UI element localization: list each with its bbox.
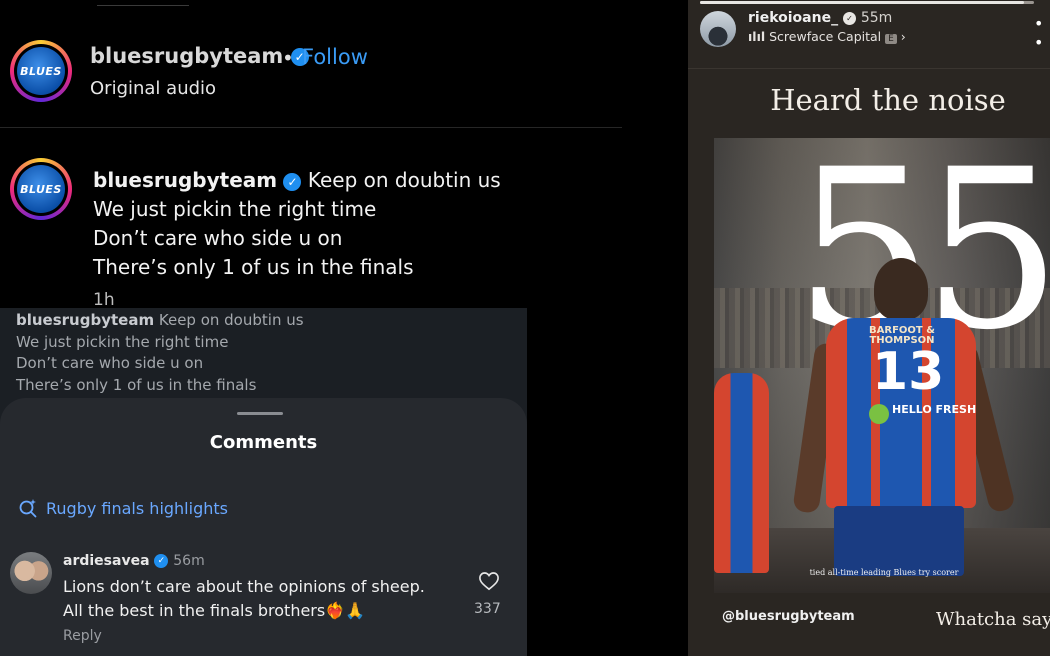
verified-badge-icon: ✓ xyxy=(154,554,169,568)
preview-line: We just pickin the right time xyxy=(16,332,229,351)
story-progress xyxy=(700,1,1034,4)
story-time: 55m xyxy=(860,10,893,26)
jersey-badge: HELLO FRESH xyxy=(892,403,977,416)
preview-line: Don’t care who side u on xyxy=(16,354,204,372)
reel-username[interactable]: bluesrugbyteam xyxy=(90,44,283,68)
search-suggestion[interactable]: Rugby finals highlights xyxy=(18,498,228,518)
separator-dot: • xyxy=(282,46,294,70)
reel-header-user[interactable]: bluesrugbyteam ✓ xyxy=(90,44,309,68)
top-divider xyxy=(97,5,189,6)
caption-line: Keep on doubtin us xyxy=(307,168,501,192)
header-divider xyxy=(0,127,622,128)
caption-avatar[interactable]: BLUES xyxy=(10,158,72,220)
preview-username[interactable]: bluesrugbyteam xyxy=(16,311,154,329)
story-username[interactable]: riekoioane_ xyxy=(748,10,838,26)
story-music[interactable]: ılıl Screwface Capital E › xyxy=(748,29,906,44)
reply-button[interactable]: Reply xyxy=(63,628,102,644)
story-heading: Heard the noise xyxy=(770,83,1006,117)
search-suggestion-label: Rugby finals highlights xyxy=(46,498,228,518)
jersey-number: 13 xyxy=(872,342,945,402)
story-header-divider xyxy=(688,68,1050,69)
reel-caption: bluesrugbyteam ✓ Keep on doubtin us We j… xyxy=(93,166,501,282)
comments-backdrop: bluesrugbyteam Keep on doubtin us We jus… xyxy=(0,308,527,656)
comment-time: 56m xyxy=(173,553,205,569)
heart-icon[interactable] xyxy=(478,571,500,591)
comment-header: ardiesavea ✓ 56m xyxy=(63,553,205,569)
comment-line: Lions don’t care about the opinions of s… xyxy=(63,577,425,596)
caption-timestamp: 1h xyxy=(93,290,115,310)
story-overlay-text: Whatcha sayi xyxy=(936,609,1050,630)
story-header: riekoioane_ ✓ 55m xyxy=(748,10,892,26)
music-bars-icon: ılıl xyxy=(748,29,766,44)
comment-text: Lions don’t care about the opinions of s… xyxy=(63,575,425,623)
verified-badge-icon: ✓ xyxy=(283,172,302,191)
original-audio-link[interactable]: Original audio xyxy=(90,78,216,99)
story-panel[interactable]: riekoioane_ ✓ 55m ılıl Screwface Capital… xyxy=(688,0,1050,656)
reel-panel: BLUES bluesrugbyteam ✓ • Follow Original… xyxy=(0,0,622,310)
verified-badge-icon: ✓ xyxy=(842,11,856,25)
chevron-right-icon: › xyxy=(900,29,906,44)
story-progress-fill xyxy=(700,1,1024,4)
commenter-username[interactable]: ardiesavea xyxy=(63,553,150,569)
player-head xyxy=(874,258,928,320)
reel-avatar[interactable]: BLUES xyxy=(10,40,72,102)
preview-line: Keep on doubtin us xyxy=(158,311,304,329)
story-mention[interactable]: @bluesrugbyteam xyxy=(722,609,855,624)
sparkle-search-icon xyxy=(19,499,37,518)
follow-button[interactable]: Follow xyxy=(302,45,368,69)
blues-logo: BLUES xyxy=(17,165,65,213)
story-photo: 55 BARFOOT & THOMPSON 13 HELLO FRESH tie… xyxy=(714,138,1050,593)
comment-line: All the best in the finals brothers❤️‍🔥🙏 xyxy=(63,601,366,620)
caption-line: Don’t care who side u on xyxy=(93,226,343,250)
music-title: Screwface Capital xyxy=(769,29,882,44)
hellofresh-logo-icon xyxy=(869,404,889,424)
commenter-avatar[interactable] xyxy=(10,552,52,594)
explicit-badge: E xyxy=(885,34,897,44)
comments-sheet: Comments Rugby finals highlights ardiesa… xyxy=(0,398,527,656)
drag-handle[interactable] xyxy=(237,412,283,415)
preview-line: There’s only 1 of us in the finals xyxy=(16,375,257,394)
caption-line: We just pickin the right time xyxy=(93,197,377,221)
teammate-figure xyxy=(714,373,769,573)
player-shorts xyxy=(834,506,964,576)
preview-caption: bluesrugbyteam Keep on doubtin us We jus… xyxy=(16,310,304,396)
story-avatar[interactable] xyxy=(700,11,736,47)
more-icon[interactable]: • • xyxy=(1034,14,1050,52)
blues-logo: BLUES xyxy=(17,47,65,95)
photo-caption: tied all-time leading Blues try scorer xyxy=(809,568,959,577)
caption-username[interactable]: bluesrugbyteam xyxy=(93,168,277,192)
comments-title: Comments xyxy=(209,432,318,453)
like-count: 337 xyxy=(474,601,501,617)
caption-line: There’s only 1 of us in the finals xyxy=(93,255,414,279)
